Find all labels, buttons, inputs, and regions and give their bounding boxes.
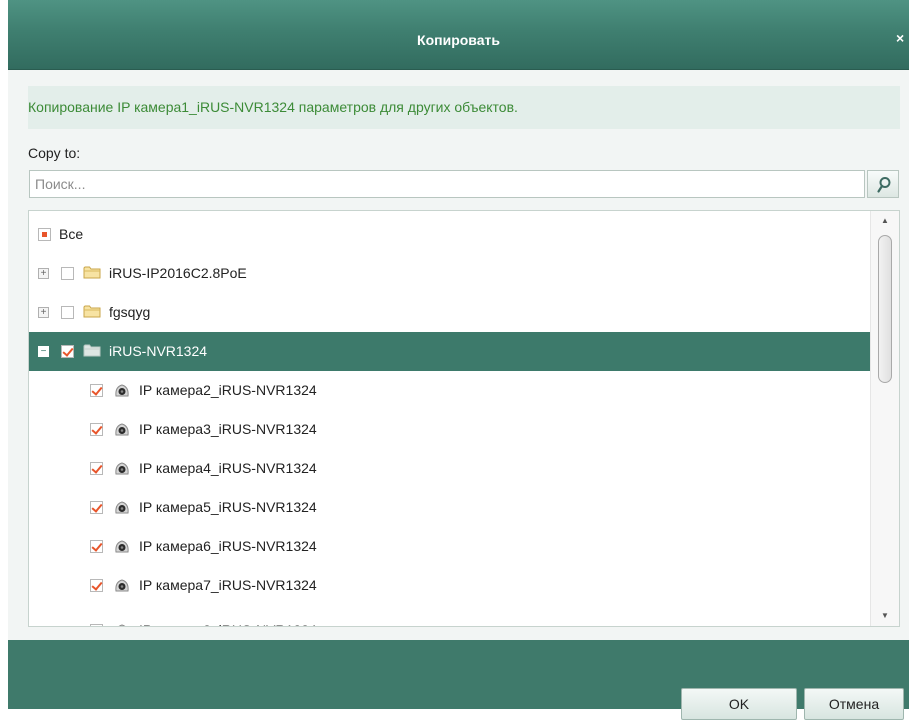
tree-item-group[interactable]: + fgsqyg (29, 293, 870, 332)
expand-plus-icon[interactable]: + (38, 307, 49, 318)
camera-icon (115, 579, 129, 592)
tree-scrollbar[interactable]: ▲ ▼ (870, 211, 899, 626)
camera-icon (115, 423, 129, 436)
group-checkbox[interactable] (61, 306, 74, 319)
folder-icon (83, 344, 101, 357)
tree-item-camera[interactable]: IP камера5_iRUS-NVR1324 (29, 488, 870, 527)
search-button[interactable] (867, 170, 899, 198)
folder-icon (83, 266, 101, 279)
copy-dialog: Копировать × Копирование IP камера1_iRUS… (8, 0, 909, 720)
tree-item-label: IP камера7_iRUS-NVR1324 (139, 577, 317, 593)
collapse-minus-icon[interactable]: − (38, 346, 49, 357)
tree-item-label: IP камера5_iRUS-NVR1324 (139, 499, 317, 515)
camera-checkbox[interactable] (90, 579, 103, 592)
tree-item-label: IP камера8_iRUS-NVR1324 (139, 615, 317, 626)
camera-checkbox[interactable] (90, 462, 103, 475)
dialog-titlebar: Копировать × (8, 0, 909, 70)
scroll-down-arrow-icon[interactable]: ▼ (879, 610, 891, 622)
search-icon (877, 177, 891, 193)
tree-item-camera[interactable]: IP камера2_iRUS-NVR1324 (29, 371, 870, 410)
tree-item-label: iRUS-NVR1324 (109, 343, 208, 359)
info-text: Копирование IP камера1_iRUS-NVR1324 пара… (28, 99, 518, 115)
tree-item-camera[interactable]: IP камера3_iRUS-NVR1324 (29, 410, 870, 449)
close-icon[interactable]: × (896, 30, 909, 46)
dialog-footer: OK Отмена (8, 640, 909, 720)
camera-checkbox[interactable] (90, 423, 103, 436)
tree-item-camera[interactable]: IP камера7_iRUS-NVR1324 (29, 566, 870, 605)
scroll-up-arrow-icon[interactable]: ▲ (879, 215, 891, 227)
tree-item-all[interactable]: Все (29, 215, 870, 254)
cancel-button[interactable]: Отмена (804, 688, 904, 720)
tree-item-label: Все (59, 226, 84, 242)
group-checkbox[interactable] (61, 267, 74, 280)
tree-item-label: IP камера6_iRUS-NVR1324 (139, 538, 317, 554)
camera-icon (118, 624, 126, 626)
tree-item-camera[interactable]: IP камера6_iRUS-NVR1324 (29, 527, 870, 566)
tree-item-label: IP камера2_iRUS-NVR1324 (139, 382, 317, 398)
tree-item-camera[interactable]: IP камера4_iRUS-NVR1324 (29, 449, 870, 488)
copy-to-label: Copy to: (28, 145, 81, 161)
camera-icon (115, 501, 129, 514)
camera-checkbox[interactable] (90, 624, 103, 626)
tree-item-camera[interactable]: IP камера8_iRUS-NVR1324 (29, 615, 870, 626)
tree-item-label: IP камера4_iRUS-NVR1324 (139, 460, 317, 476)
tree-item-camera-clipped[interactable]: IP камера8_iRUS-NVR1324 (29, 615, 870, 626)
camera-icon (115, 540, 129, 553)
camera-icon (115, 462, 129, 475)
camera-checkbox[interactable] (90, 501, 103, 514)
info-banner: Копирование IP камера1_iRUS-NVR1324 пара… (28, 86, 900, 129)
device-tree: Все + iRUS-IP2016C2.8PoE + fgsqyg − iRUS… (28, 210, 900, 627)
group-checkbox[interactable] (61, 345, 74, 358)
ok-button[interactable]: OK (681, 688, 797, 720)
all-checkbox[interactable] (38, 228, 51, 241)
search-field (29, 170, 865, 198)
expand-plus-icon[interactable]: + (38, 268, 49, 279)
scrollbar-thumb[interactable] (878, 235, 892, 383)
search-input[interactable] (30, 171, 864, 197)
camera-checkbox[interactable] (90, 384, 103, 397)
tree-item-label: iRUS-IP2016C2.8PoE (109, 265, 247, 281)
camera-icon (115, 384, 129, 397)
tree-item-group-selected[interactable]: − iRUS-NVR1324 (29, 332, 870, 371)
tree-item-group[interactable]: + iRUS-IP2016C2.8PoE (29, 254, 870, 293)
folder-icon (83, 305, 101, 318)
tree-item-label: IP камера3_iRUS-NVR1324 (139, 421, 317, 437)
tree-item-label: fgsqyg (109, 304, 151, 320)
camera-checkbox[interactable] (90, 540, 103, 553)
